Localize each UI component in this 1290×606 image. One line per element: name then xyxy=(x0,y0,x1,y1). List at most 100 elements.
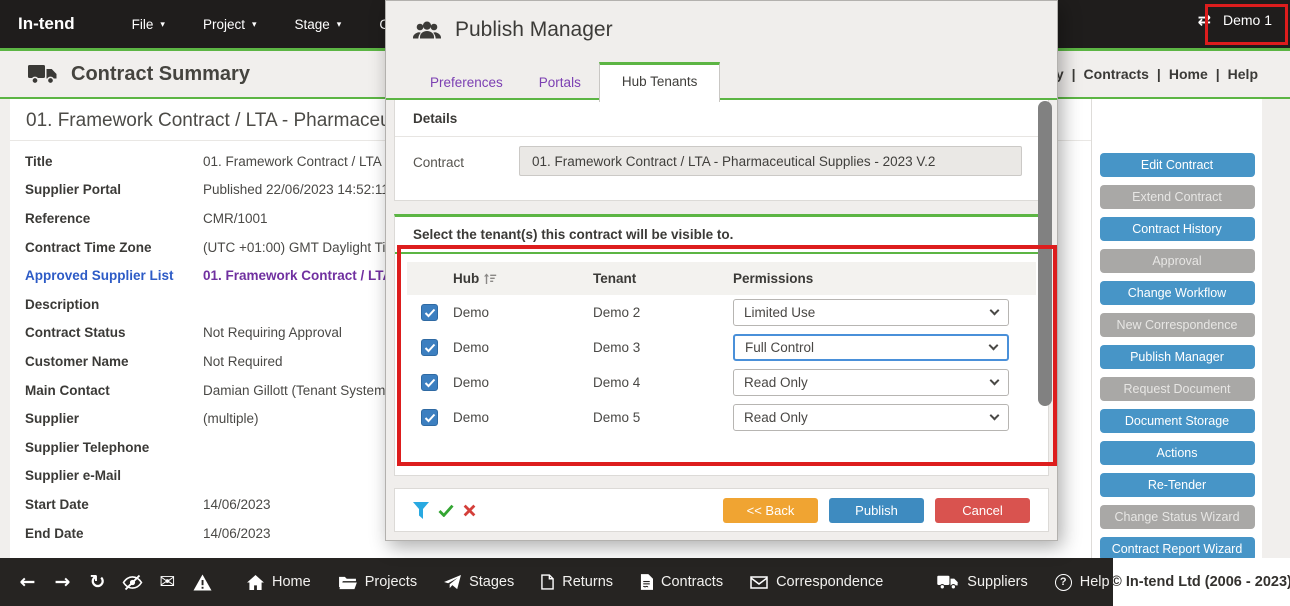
brand-logo: In-tend xyxy=(18,14,75,34)
field-label: Supplier e-Mail xyxy=(25,468,203,483)
tenant-cell: Demo 3 xyxy=(593,340,733,355)
request-document-button: Request Document xyxy=(1100,377,1255,401)
toolbar-item-correspondence[interactable]: Correspondence xyxy=(750,574,883,590)
chevron-down-icon xyxy=(990,376,1000,386)
file-icon xyxy=(541,574,554,590)
warning-icon[interactable] xyxy=(185,574,220,591)
link-separator: | xyxy=(1068,66,1080,82)
arrow-left-icon[interactable]: ← xyxy=(10,571,45,593)
contract-history-button[interactable]: Contract History xyxy=(1100,217,1255,241)
footer-buttons: << Back Publish Cancel xyxy=(723,498,1030,523)
tenant-cell: Demo 2 xyxy=(593,305,733,320)
toolbar-item-home[interactable]: Home xyxy=(247,574,311,590)
action-sidebar: Edit Contract Extend Contract Contract H… xyxy=(1092,99,1262,558)
permissions-select-focused[interactable]: Full Control xyxy=(733,334,1009,361)
field-label: Supplier Portal xyxy=(25,182,203,197)
field-value: Not Required xyxy=(203,354,283,369)
link-home[interactable]: Home xyxy=(1165,66,1212,82)
permissions-select[interactable]: Read Only xyxy=(733,404,1009,431)
toolbar-item-help[interactable]: ? Help xyxy=(1055,574,1110,591)
publish-manager-button[interactable]: Publish Manager xyxy=(1100,345,1255,369)
toolbar-item-label: Suppliers xyxy=(967,574,1027,590)
field-label: Reference xyxy=(25,211,203,226)
field-value: 14/06/2023 xyxy=(203,497,271,512)
hub-cell: Demo xyxy=(453,410,593,425)
tenant-cell: Demo 5 xyxy=(593,410,733,425)
row-checkbox-checked[interactable] xyxy=(421,409,438,426)
tenants-table-header: Hub Tenant Permissions xyxy=(407,262,1036,295)
modal-scrollbar-thumb[interactable] xyxy=(1038,101,1052,406)
field-label: Description xyxy=(25,297,203,312)
folder-open-icon xyxy=(338,575,357,590)
field-label: Start Date xyxy=(25,497,203,512)
permissions-select-value: Read Only xyxy=(744,410,808,425)
new-correspondence-button: New Correspondence xyxy=(1100,313,1255,337)
toolbar-item-projects[interactable]: Projects xyxy=(338,574,417,590)
field-label: Main Contact xyxy=(25,383,203,398)
tenants-instruction: Select the tenant(s) this contract will … xyxy=(395,217,1048,254)
tab-preferences[interactable]: Preferences xyxy=(412,65,521,100)
toolbar-item-stages[interactable]: Stages xyxy=(444,574,514,590)
tab-portals[interactable]: Portals xyxy=(521,65,599,100)
actions-button[interactable]: Actions xyxy=(1100,441,1255,465)
users-icon xyxy=(412,20,442,41)
approval-button: Approval xyxy=(1100,249,1255,273)
change-status-wizard-button: Change Status Wizard xyxy=(1100,505,1255,529)
modal-footer: << Back Publish Cancel xyxy=(394,488,1049,532)
toolbar-item-returns[interactable]: Returns xyxy=(541,574,613,590)
link-help[interactable]: Help xyxy=(1224,66,1262,82)
menu-stage[interactable]: Stage ▾ xyxy=(276,17,361,32)
hub-cell: Demo xyxy=(453,375,593,390)
page-title: Contract Summary xyxy=(28,63,250,86)
envelope-icon[interactable]: ✉ xyxy=(150,571,185,593)
menu-project[interactable]: Project ▾ xyxy=(184,17,276,32)
clear-x-icon[interactable] xyxy=(463,504,476,517)
toolbar-item-suppliers[interactable]: Suppliers xyxy=(937,574,1027,590)
change-workflow-button[interactable]: Change Workflow xyxy=(1100,281,1255,305)
link-contracts[interactable]: Contracts xyxy=(1080,66,1153,82)
row-checkbox-checked[interactable] xyxy=(421,304,438,321)
toolbar-item-label: Home xyxy=(272,574,311,590)
row-checkbox-checked[interactable] xyxy=(421,374,438,391)
back-button[interactable]: << Back xyxy=(723,498,818,523)
tenant-row-demo4: Demo Demo 4 Read Only xyxy=(407,365,1036,400)
filter-icon[interactable] xyxy=(413,502,429,519)
eye-slash-icon[interactable] xyxy=(115,574,150,591)
contract-field-row: Contract 01. Framework Contract / LTA - … xyxy=(395,137,1048,197)
field-value: Published 22/06/2023 14:52:11 xyxy=(203,182,389,197)
field-label: Contract Time Zone xyxy=(25,240,203,255)
modal-title-label: Publish Manager xyxy=(455,18,613,42)
re-tender-button[interactable]: Re-Tender xyxy=(1100,473,1255,497)
menu-stage-label: Stage xyxy=(295,17,330,32)
extend-contract-button: Extend Contract xyxy=(1100,185,1255,209)
hub-column-header[interactable]: Hub xyxy=(453,271,593,286)
contract-field-input[interactable]: 01. Framework Contract / LTA - Pharmaceu… xyxy=(519,146,1022,176)
tenant-switcher-button[interactable]: ⇄ Demo 1 xyxy=(1198,10,1272,29)
link-separator: | xyxy=(1153,66,1165,82)
hub-cell: Demo xyxy=(453,340,593,355)
cancel-button[interactable]: Cancel xyxy=(935,498,1030,523)
contract-field-label: Contract xyxy=(413,155,464,170)
field-value: Not Requiring Approval xyxy=(203,325,342,340)
row-checkbox-checked[interactable] xyxy=(421,339,438,356)
document-storage-button[interactable]: Document Storage xyxy=(1100,409,1255,433)
permissions-select[interactable]: Read Only xyxy=(733,369,1009,396)
field-label: Contract Status xyxy=(25,325,203,340)
permissions-column-header: Permissions xyxy=(733,271,1036,286)
bottom-toolbar: ← → ↻ ✉ Home xyxy=(0,558,1113,606)
tenant-column-header[interactable]: Tenant xyxy=(593,271,733,286)
truck-icon xyxy=(937,575,959,590)
toolbar-item-contracts[interactable]: Contracts xyxy=(640,574,723,590)
edit-contract-button[interactable]: Edit Contract xyxy=(1100,153,1255,177)
caret-down-icon: ▾ xyxy=(160,19,165,30)
arrow-right-icon[interactable]: → xyxy=(45,571,80,593)
menu-project-label: Project xyxy=(203,17,245,32)
publish-button[interactable]: Publish xyxy=(829,498,924,523)
permissions-select[interactable]: Limited Use xyxy=(733,299,1009,326)
confirm-check-icon[interactable] xyxy=(438,504,454,517)
menu-file[interactable]: File ▾ xyxy=(113,17,184,32)
field-label[interactable]: Approved Supplier List xyxy=(25,268,203,283)
field-label: Supplier Telephone xyxy=(25,440,203,455)
sync-icon[interactable]: ↻ xyxy=(80,571,115,593)
tab-hub-tenants[interactable]: Hub Tenants xyxy=(599,62,721,102)
